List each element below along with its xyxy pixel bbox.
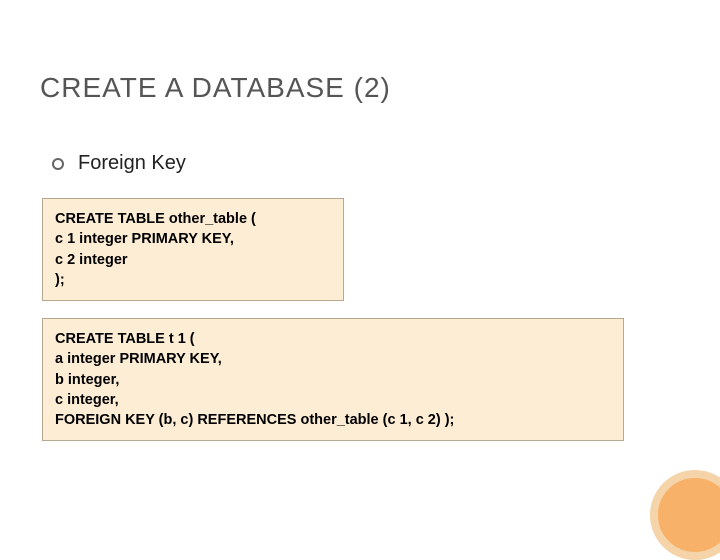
subtitle-row: Foreign Key xyxy=(52,152,186,175)
decor-circle-icon xyxy=(650,470,720,560)
slide-title: CREATE A DATABASE (2) xyxy=(40,72,391,104)
code-block-t1: CREATE TABLE t 1 ( a integer PRIMARY KEY… xyxy=(42,318,624,441)
subtitle-text: Foreign Key xyxy=(78,152,186,175)
code-block-other-table: CREATE TABLE other_table ( c 1 integer P… xyxy=(42,198,344,301)
bullet-icon xyxy=(52,158,64,170)
